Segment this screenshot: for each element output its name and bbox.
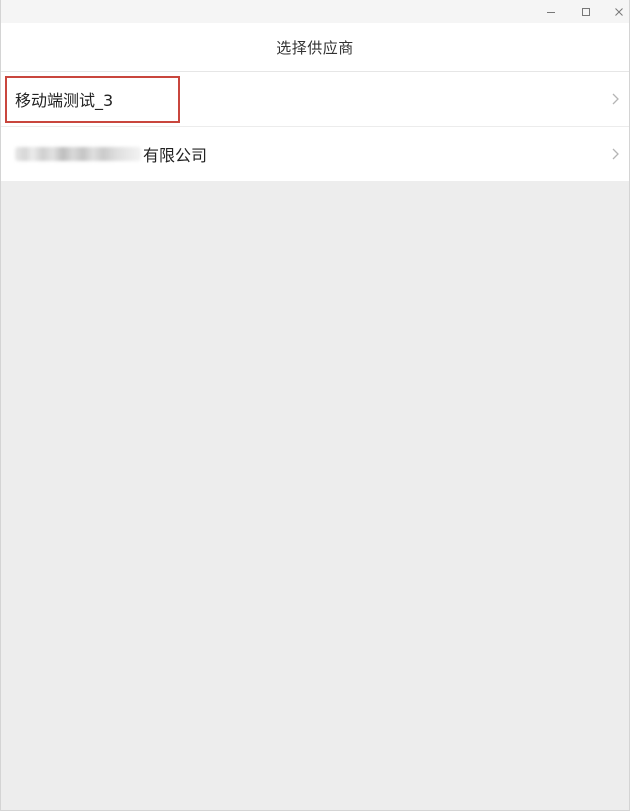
supplier-item-label: 移动端测试_3 xyxy=(15,91,114,110)
close-icon xyxy=(615,7,623,16)
nav-bar: 选择供应商 xyxy=(1,23,629,72)
supplier-item-limited-company[interactable]: 有限公司 xyxy=(1,127,629,181)
maximize-icon xyxy=(582,7,590,16)
app-window: 选择供应商 移动端测试_3 有限公司 xyxy=(0,0,630,811)
redacted-text xyxy=(15,147,141,161)
supplier-list: 移动端测试_3 有限公司 xyxy=(1,72,629,181)
supplier-item-mobile-test[interactable]: 移动端测试_3 xyxy=(1,72,629,127)
page-title: 选择供应商 xyxy=(276,38,354,57)
minimize-icon xyxy=(547,11,555,13)
close-button[interactable] xyxy=(604,0,630,23)
maximize-button[interactable] xyxy=(571,0,601,23)
chevron-right-icon xyxy=(612,148,619,160)
supplier-item-label: 有限公司 xyxy=(143,146,208,165)
title-bar xyxy=(1,0,629,23)
minimize-button[interactable] xyxy=(536,0,566,23)
chevron-right-icon xyxy=(612,93,619,105)
